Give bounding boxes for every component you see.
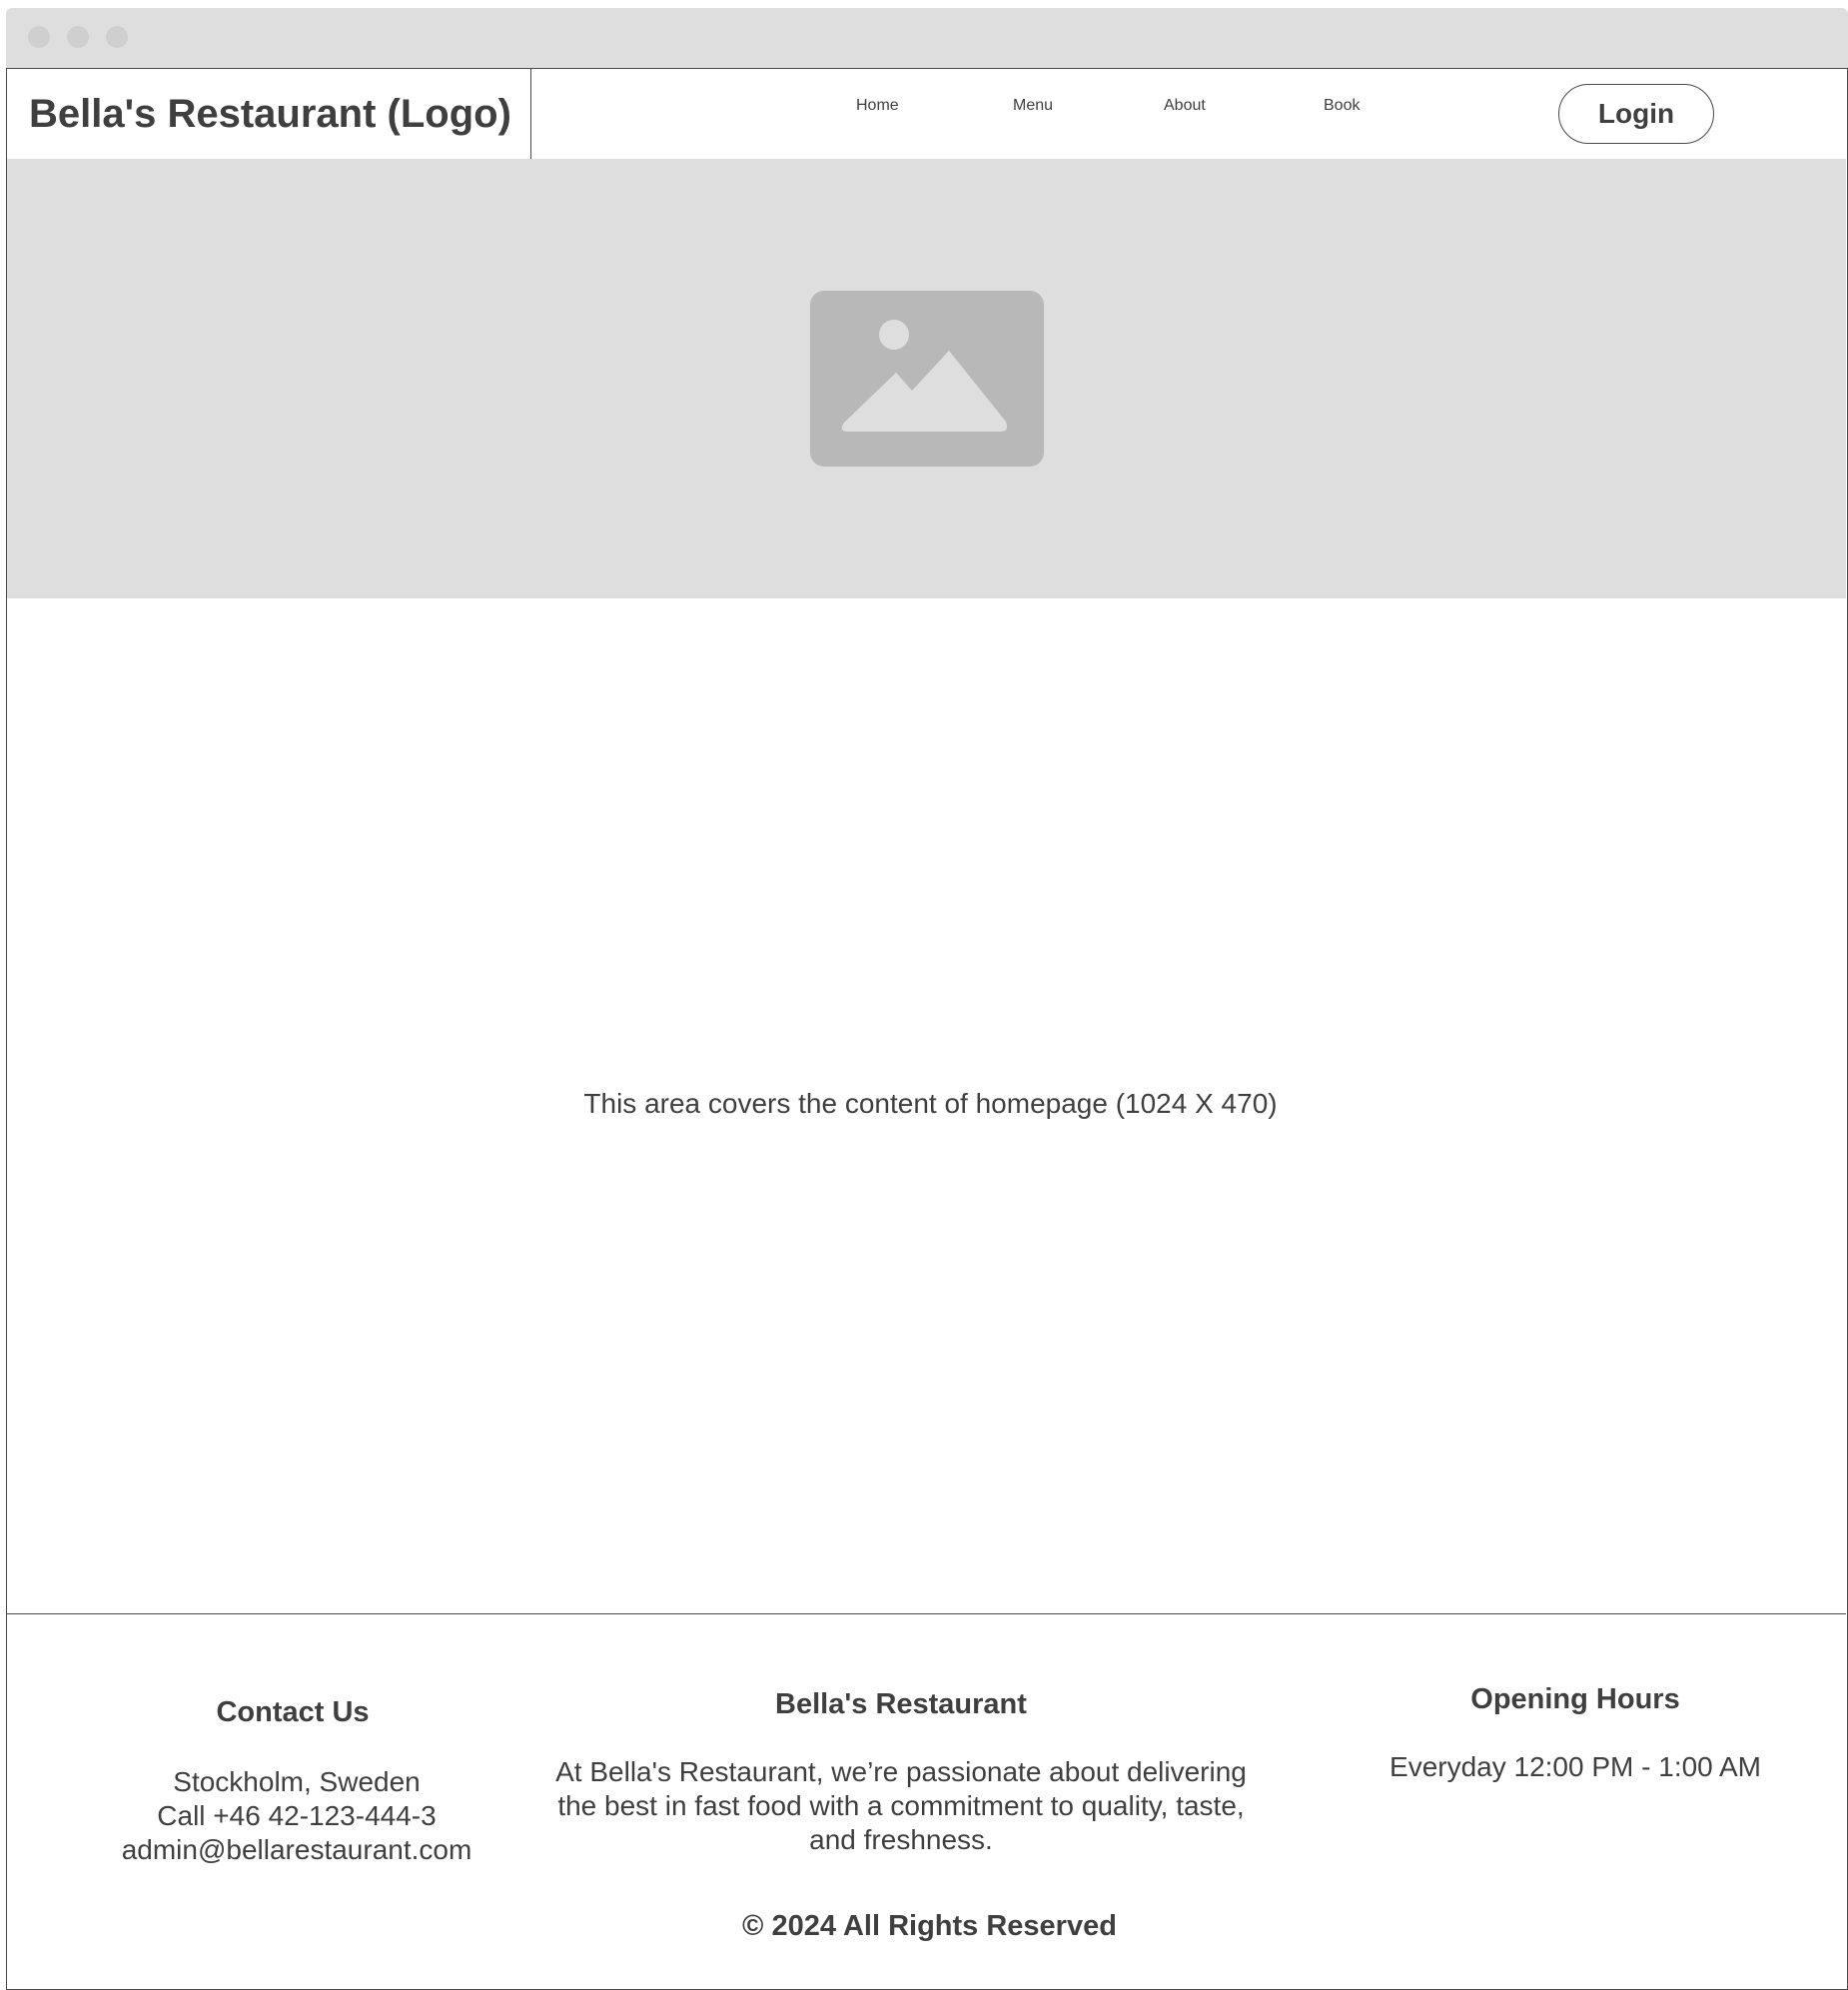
hours-title: Opening Hours xyxy=(1470,1683,1680,1715)
nav-home[interactable]: Home xyxy=(856,97,899,115)
hours-schedule: Everyday 12:00 PM - 1:00 AM xyxy=(1389,1751,1761,1782)
footer-contact: Contact Us Stockholm, Sweden Call +46 42… xyxy=(87,1695,506,1867)
contact-location: Stockholm, Sweden xyxy=(173,1766,421,1797)
nav-book[interactable]: Book xyxy=(1324,97,1360,115)
window-maximize-dot[interactable] xyxy=(106,26,128,48)
contact-email[interactable]: admin@bellarestaurant.com xyxy=(87,1833,506,1867)
image-placeholder-icon xyxy=(810,291,1044,467)
browser-window: Bella's Restaurant (Logo) Home Menu Abou… xyxy=(6,8,1848,1990)
content-placeholder-text: This area covers the content of homepage… xyxy=(583,1088,1278,1119)
logo[interactable]: Bella's Restaurant (Logo) xyxy=(7,69,531,159)
hero-banner xyxy=(7,159,1846,598)
site-header: Bella's Restaurant (Logo) Home Menu Abou… xyxy=(7,69,1846,159)
contact-phone[interactable]: Call +46 42-123-444-3 xyxy=(87,1799,506,1833)
contact-title: Contact Us xyxy=(216,1696,370,1728)
page: Bella's Restaurant (Logo) Home Menu Abou… xyxy=(6,68,1848,1990)
footer-about: Bella's Restaurant At Bella's Restaurant… xyxy=(526,1687,1276,1857)
window-titlebar xyxy=(6,8,1848,68)
about-title: Bella's Restaurant xyxy=(775,1688,1027,1720)
footer-hours: Opening Hours Everyday 12:00 PM - 1:00 A… xyxy=(1346,1682,1805,1784)
footer-divider xyxy=(7,1613,1846,1614)
nav-menu[interactable]: Menu xyxy=(1013,97,1053,115)
about-description: At Bella's Restaurant, we’re passionate … xyxy=(555,1756,1247,1855)
copyright: © 2024 All Rights Reserved xyxy=(742,1910,1117,1942)
window-minimize-dot[interactable] xyxy=(67,26,89,48)
login-button[interactable]: Login xyxy=(1558,84,1714,144)
nav-about[interactable]: About xyxy=(1164,97,1206,115)
window-close-dot[interactable] xyxy=(28,26,50,48)
